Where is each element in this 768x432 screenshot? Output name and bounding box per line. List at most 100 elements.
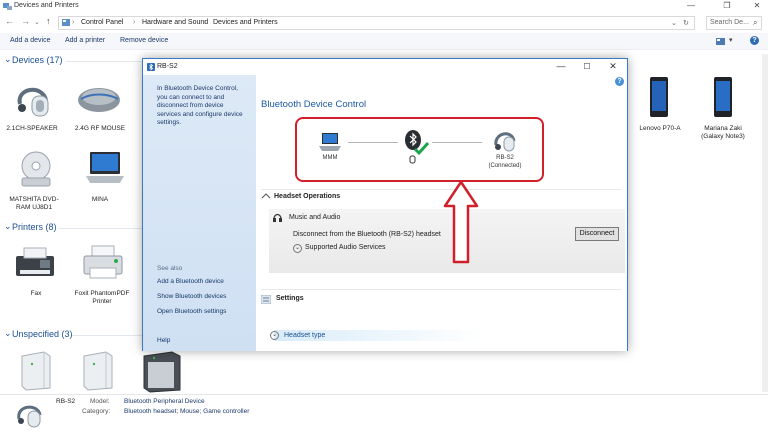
- show-bluetooth-devices-link[interactable]: Show Bluetooth devices: [157, 293, 226, 300]
- scrollbar[interactable]: [762, 54, 768, 392]
- window-title: Devices and Printers: [14, 2, 79, 9]
- collapse-icon[interactable]: [261, 193, 271, 201]
- music-audio-label: Music and Audio: [289, 214, 341, 221]
- address-box[interactable]: › Control Panel › Hardware and Sound › D…: [58, 16, 695, 30]
- help-link[interactable]: Help: [157, 337, 170, 344]
- crumb-control-panel[interactable]: Control Panel: [81, 19, 123, 26]
- dialog-title: RB-S2: [157, 63, 178, 70]
- dialog-main-panel: ? Bluetooth Device Control MMM RB-S2 (Co…: [256, 75, 627, 351]
- crumb-separator-icon: ›: [72, 19, 75, 26]
- unspecified-device-icon[interactable]: [142, 350, 182, 394]
- close-button[interactable]: ✕: [748, 0, 766, 12]
- add-printer-button[interactable]: Add a printer: [65, 37, 105, 44]
- dialog-maximize-button[interactable]: ☐: [579, 61, 595, 73]
- laptop-icon[interactable]: [84, 150, 126, 186]
- supported-audio-services-link[interactable]: Supported Audio Services: [305, 244, 386, 251]
- phone-icon[interactable]: [712, 76, 734, 118]
- unspecified-group-header[interactable]: Unspecified (3): [12, 329, 73, 339]
- dialog-close-button[interactable]: ✕: [605, 61, 621, 73]
- view-options-icon[interactable]: [716, 38, 725, 45]
- chevron-down-icon[interactable]: ⌄: [4, 328, 12, 339]
- maximize-button[interactable]: ❐: [718, 0, 736, 12]
- search-icon: ⌕: [753, 18, 758, 27]
- printer-label[interactable]: Fax: [6, 290, 66, 298]
- details-model-value: Bluetooth Peripheral Device: [124, 398, 205, 405]
- settings-list-icon: [261, 295, 271, 304]
- details-device-name: RB-S2: [56, 398, 76, 405]
- see-also-label: See also: [157, 265, 183, 272]
- headset-type-row[interactable]: ⌄ Headset type: [270, 330, 484, 341]
- section-divider: [261, 189, 621, 190]
- bluetooth-device-control-dialog: RB-S2 — ☐ ✕ In Bluetooth Device Control,…: [142, 58, 628, 351]
- disconnect-button[interactable]: Disconnect: [575, 227, 619, 241]
- chevron-down-icon[interactable]: ⌄: [4, 54, 12, 65]
- section-divider: [261, 289, 621, 290]
- group-divider: [72, 335, 142, 336]
- dvd-drive-icon[interactable]: [16, 148, 56, 188]
- refresh-icon[interactable]: ↻: [683, 19, 689, 27]
- group-divider: [58, 228, 142, 229]
- address-bar-row: ← → ⌄ ↑ › Control Panel › Hardware and S…: [0, 14, 768, 31]
- help-icon[interactable]: ?: [615, 77, 624, 86]
- headphones-icon: [273, 213, 282, 222]
- dialog-title-bar: RB-S2 — ☐ ✕: [143, 59, 627, 75]
- device-label[interactable]: MATSHITA DVD-RAM UJ8D1: [4, 196, 64, 212]
- device-label[interactable]: 2.1CH-SPEAKER: [2, 125, 62, 133]
- title-bar: Devices and Printers — ❐ ✕: [0, 0, 768, 13]
- crumb-separator-icon: ›: [133, 19, 136, 26]
- device-label[interactable]: Mariana Zaki (Galaxy Note3): [693, 125, 753, 141]
- remove-device-button[interactable]: Remove device: [120, 37, 168, 44]
- recent-chevron-icon[interactable]: ⌄: [34, 18, 40, 26]
- printer-label[interactable]: Foxit PhantomPDF Printer: [72, 290, 132, 306]
- devices-printers-icon: [3, 3, 12, 10]
- details-model-key: Model:: [90, 398, 110, 405]
- disconnect-description: Disconnect from the Bluetooth (RB-S2) he…: [293, 231, 441, 238]
- crumb-hardware-sound[interactable]: Hardware and Sound: [142, 19, 208, 26]
- headset-device-icon: [17, 405, 42, 428]
- headset-operations-header: Headset Operations: [274, 193, 341, 200]
- device-label[interactable]: Lenovo P70-A: [630, 125, 690, 133]
- up-icon[interactable]: ↑: [46, 16, 51, 26]
- printers-group-header[interactable]: Printers (8): [12, 222, 57, 232]
- unspecified-device-icon[interactable]: [80, 348, 114, 392]
- headset-device-icon[interactable]: [12, 78, 52, 120]
- device-label[interactable]: MINA: [70, 196, 130, 204]
- search-placeholder: Search De...: [710, 19, 749, 26]
- dialog-side-panel: In Bluetooth Device Control, you can con…: [143, 75, 256, 351]
- group-divider: [66, 61, 142, 62]
- mouse-device-icon[interactable]: [76, 86, 122, 114]
- expand-icon[interactable]: ⌄: [293, 244, 302, 253]
- phone-icon[interactable]: [648, 76, 670, 118]
- back-icon[interactable]: ←: [5, 16, 14, 26]
- red-up-arrow-annotation: [443, 180, 479, 264]
- dialog-heading: Bluetooth Device Control: [261, 99, 367, 110]
- details-category-value: Bluetooth headset; Mouse; Game controlle…: [124, 408, 250, 415]
- search-input[interactable]: Search De... ⌕: [706, 16, 762, 30]
- devices-group-header[interactable]: Devices (17): [12, 55, 63, 65]
- help-icon[interactable]: ?: [750, 36, 759, 45]
- printer-icon[interactable]: [80, 244, 126, 282]
- device-label[interactable]: 2.4G RF MOUSE: [70, 125, 130, 133]
- fax-icon[interactable]: [12, 246, 58, 280]
- command-bar: Add a device Add a printer Remove device…: [0, 33, 768, 50]
- add-device-button[interactable]: Add a device: [10, 37, 50, 44]
- forward-icon[interactable]: →: [21, 16, 30, 26]
- details-category-key: Category:: [82, 408, 111, 415]
- dialog-description: In Bluetooth Device Control, you can con…: [157, 85, 243, 126]
- unspecified-device-icon[interactable]: [18, 348, 52, 392]
- dialog-minimize-button[interactable]: —: [553, 61, 569, 73]
- view-dropdown-icon[interactable]: ▾: [729, 36, 733, 44]
- minimize-button[interactable]: —: [682, 0, 700, 12]
- address-dropdown-icon[interactable]: ⌄: [671, 19, 677, 27]
- crumb-separator-icon: ›: [204, 19, 207, 26]
- chevron-down-icon[interactable]: ⌄: [4, 221, 12, 232]
- headset-type-label: Headset type: [284, 332, 326, 339]
- control-panel-icon: [62, 19, 70, 26]
- connection-highlight-box: [295, 117, 544, 182]
- expand-icon[interactable]: ⌄: [270, 331, 279, 340]
- crumb-devices-printers[interactable]: Devices and Printers: [213, 19, 278, 26]
- open-bluetooth-settings-link[interactable]: Open Bluetooth settings: [157, 308, 226, 315]
- bluetooth-icon: [147, 63, 155, 71]
- settings-header: Settings: [276, 295, 304, 302]
- add-bluetooth-device-link[interactable]: Add a Bluetooth device: [157, 278, 224, 285]
